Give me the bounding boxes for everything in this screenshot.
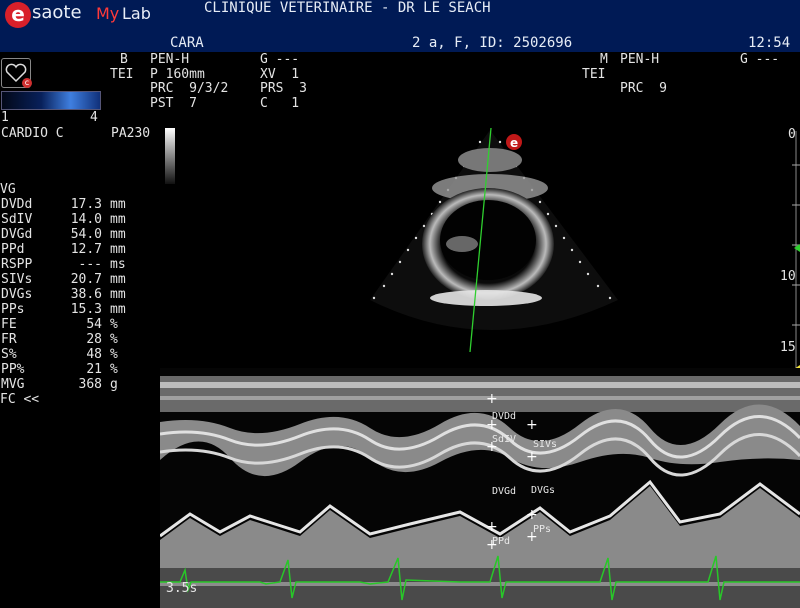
clock: 12:54 xyxy=(748,35,791,51)
caliper-plus-icon[interactable]: + xyxy=(526,418,538,432)
b-mode-sector: e xyxy=(370,127,618,353)
cardio-badge: c xyxy=(22,78,32,88)
measure-unit: mm xyxy=(110,242,126,257)
probe-model: PA230 xyxy=(111,126,151,141)
caliper-label-ppd: PPd xyxy=(492,536,511,547)
b-probe: PEN-H xyxy=(150,52,190,67)
sweep-duration: 3.5s xyxy=(166,581,198,596)
ecg-trace xyxy=(160,555,800,601)
measure-value: 48 xyxy=(86,347,102,362)
m-probe: PEN-H xyxy=(620,52,660,67)
caliper-label-dvgd: DVGd xyxy=(492,486,517,497)
range-min: 1 xyxy=(1,110,9,125)
b-tei: TEI xyxy=(110,67,134,82)
caliper-label-sivs: SIVs xyxy=(533,439,558,450)
grayscale-bar xyxy=(165,128,175,184)
measure-label: FR xyxy=(1,332,17,347)
measure-label: DVGd xyxy=(1,227,33,242)
measure-unit: ms xyxy=(110,257,126,272)
measure-unit: mm xyxy=(110,302,126,317)
measure-unit: % xyxy=(110,317,118,332)
measure-unit: g xyxy=(110,377,118,392)
caliper-plus-icon[interactable]: + xyxy=(526,508,538,522)
measure-unit: mm xyxy=(110,287,126,302)
b-prc: PRC 9/3/2 xyxy=(150,81,229,96)
b-pst: PST 7 xyxy=(150,96,197,111)
measure-value: 14.0 xyxy=(70,212,102,227)
measure-label: S% xyxy=(1,347,17,362)
measure-label: DVGs xyxy=(1,287,33,302)
measure-value: --- xyxy=(78,257,102,272)
m-mode-label: M xyxy=(600,52,608,67)
preset-name: CARDIO C xyxy=(1,126,64,141)
measure-unit: % xyxy=(110,362,118,377)
measure-value: 15.3 xyxy=(70,302,102,317)
fc-label[interactable]: FC << xyxy=(0,392,39,407)
color-map-bar xyxy=(1,91,101,110)
b-prs: PRS 3 xyxy=(260,81,307,96)
depth-label-10: 10 xyxy=(780,269,796,284)
measure-unit: mm xyxy=(110,272,126,287)
header-bar: e saote My Lab CLINIQUE VETERINAIRE - DR… xyxy=(0,0,800,52)
measure-unit: % xyxy=(110,332,118,347)
caliper-plus-icon[interactable]: + xyxy=(486,392,498,406)
b-xv: XV 1 xyxy=(260,67,300,82)
caliper-label-sdiv: SdIV xyxy=(492,434,517,445)
depth-label-0: 0 xyxy=(788,127,796,142)
measure-value: 28 xyxy=(86,332,102,347)
caliper-label-dvgs: DVGs xyxy=(531,485,556,496)
patient-name: CARA xyxy=(170,35,204,51)
caliper-label-pps: PPs xyxy=(533,524,552,535)
measure-value: 17.3 xyxy=(70,197,102,212)
measure-value: 12.7 xyxy=(70,242,102,257)
measure-value: 20.7 xyxy=(70,272,102,287)
measure-unit: mm xyxy=(110,212,126,227)
measure-unit: mm xyxy=(110,197,126,212)
measure-value: 38.6 xyxy=(70,287,102,302)
caliper-label-dvdd: DVDd xyxy=(492,411,517,422)
measure-label: PP% xyxy=(1,362,25,377)
b-depth: P 160mm xyxy=(150,67,205,82)
measure-value: 54 xyxy=(86,317,102,332)
measure-value: 21 xyxy=(86,362,102,377)
measure-label: FE xyxy=(1,317,17,332)
b-mode-label: B xyxy=(120,52,128,67)
depth-label-15: 15 xyxy=(780,340,796,355)
m-gain: G --- xyxy=(740,52,780,67)
brand-logo-e: e xyxy=(5,2,31,28)
measure-label: SIVs xyxy=(1,272,33,287)
brand-lab: Lab xyxy=(122,4,151,23)
measure-label: SdIV xyxy=(1,212,33,227)
measure-value: 54.0 xyxy=(70,227,102,242)
measure-unit: mm xyxy=(110,227,126,242)
brand-my: My xyxy=(96,4,120,23)
caliper-plus-icon[interactable]: + xyxy=(486,520,498,534)
b-c: C 1 xyxy=(260,96,300,111)
measure-label: DVDd xyxy=(1,197,33,212)
range-max: 4 xyxy=(90,110,98,125)
clinic-name: CLINIQUE VETERINAIRE - DR LE SEACH xyxy=(204,0,491,16)
svg-text:e: e xyxy=(510,136,518,150)
patient-info: 2 a, F, ID: 2502696 xyxy=(412,35,573,51)
measure-unit: % xyxy=(110,347,118,362)
m-prc: PRC 9 xyxy=(620,81,667,96)
caliper-plus-icon[interactable]: + xyxy=(526,450,538,464)
brand-name: saote xyxy=(32,2,82,23)
measure-title: VG xyxy=(0,182,16,197)
measure-label: PPd xyxy=(1,242,25,257)
measure-label: MVG xyxy=(1,377,25,392)
measure-label: PPs xyxy=(1,302,25,317)
measure-value: 368 xyxy=(78,377,102,392)
measure-label: RSPP xyxy=(1,257,33,272)
b-gain: G --- xyxy=(260,52,300,67)
m-tei: TEI xyxy=(582,67,606,82)
